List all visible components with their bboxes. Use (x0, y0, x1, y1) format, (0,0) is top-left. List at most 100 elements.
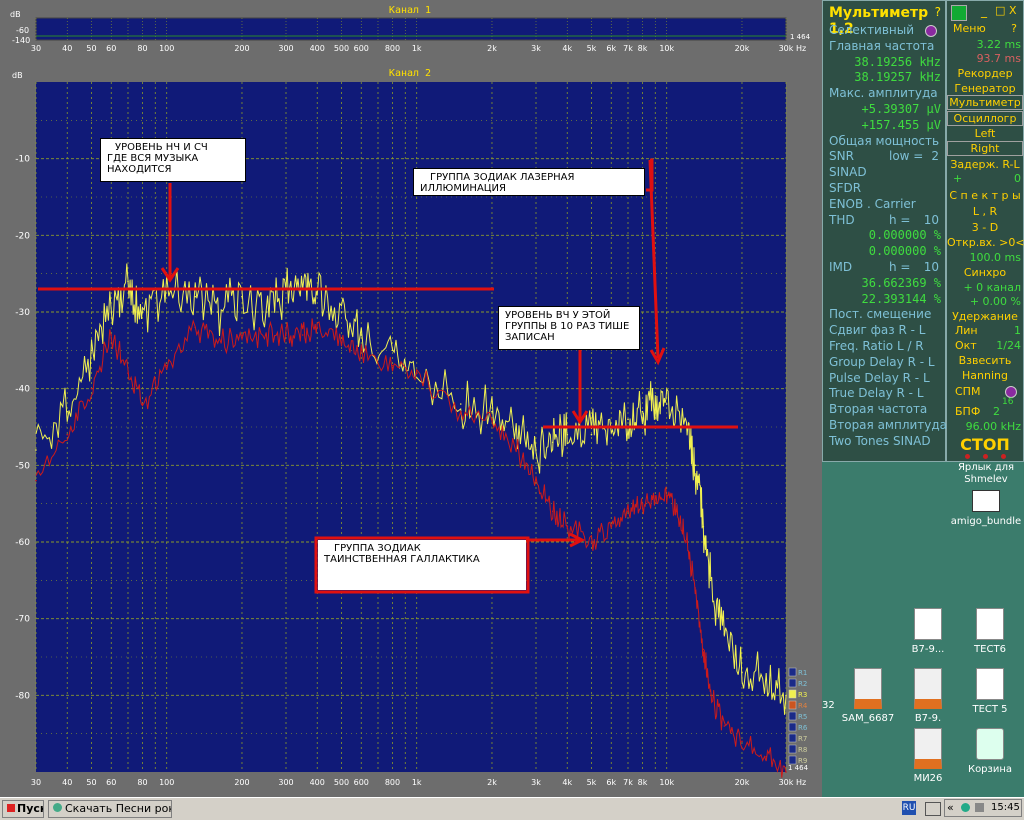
desktop-icon-test6[interactable]: ТЕСТ6 (952, 608, 1024, 655)
close-button[interactable]: X (1009, 4, 1017, 17)
multimeter-row-label[interactable]: SINAD (829, 165, 867, 179)
side-help-button[interactable]: ? (1011, 22, 1017, 35)
maximize-button[interactable]: □ (995, 4, 1005, 17)
y-tick-label: -70 (15, 615, 30, 625)
taskbar: Пуск Скачать Песни рок-г... RU « 15:45 (0, 797, 1024, 820)
multimeter-row-label[interactable]: Вторая частота (829, 402, 927, 416)
series-2-point (610, 525, 613, 528)
multimeter-panel: Мультиметр 1,2 ? Селективный Главная част… (822, 0, 947, 462)
series-1-point (765, 679, 768, 681)
series-1-point (216, 311, 219, 313)
series-2-point (491, 418, 493, 421)
desktop-icon-label: Корзина (967, 764, 1013, 775)
left-button[interactable]: Left (947, 127, 1023, 140)
multimeter-row-value: 38.19257 kHz (854, 70, 941, 85)
desktop-icon-test5[interactable]: ТЕСТ 5 (952, 668, 1024, 715)
weigh-button[interactable]: Взвесить (947, 354, 1023, 367)
channel1-x-tick-label: 100 (159, 44, 174, 53)
channel1-x-tick-label: 5k (587, 44, 597, 53)
multimeter-row-label[interactable]: Group Delay R - L (829, 355, 935, 369)
y-tick-label: -50 (15, 461, 30, 471)
multimeter-button[interactable]: Мультиметр (947, 95, 1023, 110)
x-tick-label: 50 (86, 778, 96, 787)
app-icon (951, 5, 967, 21)
right-button[interactable]: Right (947, 141, 1023, 156)
selective-indicator-icon[interactable] (925, 25, 937, 37)
multimeter-row-label[interactable]: Pulse Delay R - L (829, 371, 930, 385)
minimize-button[interactable]: _ (981, 4, 987, 18)
series-1-point (654, 403, 657, 405)
multimeter-row-param-value[interactable]: 10 (924, 260, 939, 274)
desktop-icon-shmelev[interactable]: Ярлык для Shmelev (948, 462, 1024, 486)
taskbar-task-browser[interactable]: Скачать Песни рок-г... (48, 800, 172, 818)
series-1-point (665, 403, 668, 405)
lin-value: 1 (1014, 324, 1021, 337)
multimeter-row-label[interactable]: Общая мощность (829, 134, 939, 148)
network-icon[interactable] (925, 802, 941, 816)
multimeter-row-label[interactable]: Freq. Ratio L / R (829, 339, 924, 353)
multimeter-row-label[interactable]: Селективный (829, 23, 914, 37)
x-tick-label: 5k (587, 778, 597, 787)
multimeter-row-label[interactable]: True Delay R - L (829, 386, 924, 400)
offset-label[interactable]: Откр.вх. >0< (947, 236, 1024, 249)
led-icon (1001, 454, 1006, 459)
multimeter-row-label[interactable]: IMD (829, 260, 852, 274)
multimeter-row-label[interactable]: THD (829, 213, 855, 227)
multimeter-row-value: 38.19256 kHz (854, 54, 941, 69)
tray-icon[interactable] (961, 803, 970, 812)
stop-button[interactable]: СТОП (947, 435, 1023, 454)
3d-button[interactable]: 3 - D (947, 221, 1023, 234)
legend-label: R2 (798, 680, 807, 688)
volume-icon[interactable] (975, 803, 984, 812)
multimeter-help-button[interactable]: ? (935, 5, 941, 19)
desktop-icon-amigo[interactable]: amigo_bundle (948, 490, 1024, 527)
legend-label: R4 (798, 702, 808, 710)
multimeter-row-label[interactable]: Вторая амплитуда (829, 418, 947, 432)
series-2-point (654, 495, 657, 497)
hanning-button[interactable]: Hanning (947, 369, 1023, 382)
clock[interactable]: 15:45 (991, 802, 1020, 813)
series-2-point (216, 341, 219, 344)
recorder-button[interactable]: Рекордер (947, 67, 1023, 80)
series-1-point (194, 295, 197, 298)
series-2-point (241, 334, 243, 336)
control-panel: _ □ X Меню ? 3.22 ms 93.7 ms Рекордер Ге… (946, 0, 1024, 462)
series-1-point (340, 311, 343, 313)
series-1-point (241, 295, 243, 298)
generator-button[interactable]: Генератор (947, 82, 1023, 95)
legend-swatch (788, 678, 797, 688)
desktop-icon-label: ТЕСТ6 (974, 644, 1006, 655)
multimeter-row-param: low = (889, 149, 924, 164)
fft-base: 2 (993, 405, 1000, 418)
oscillograph-button[interactable]: Осциллогр (947, 111, 1023, 126)
x-tick-label: 600 (354, 778, 369, 787)
legend-label: R3 (798, 691, 807, 699)
x-tick-label: 500 (334, 778, 349, 787)
x-tick-label: 30k (779, 778, 794, 787)
channel1-x-tick-label: 800 (385, 44, 400, 53)
tray-expand-icon[interactable]: « (947, 801, 954, 814)
multimeter-row-label[interactable]: SNR (829, 149, 854, 163)
annotation-hf: УРОВЕНЬ ВЧ У ЭТОЙ ГРУППЫ В 10 РАЗ ТИШЕ З… (498, 306, 640, 350)
multimeter-row-label[interactable]: Главная частота (829, 39, 934, 53)
multimeter-row-label[interactable]: ENOB . Carrier (829, 197, 916, 211)
start-button[interactable]: Пуск (2, 800, 44, 818)
language-indicator[interactable]: RU (902, 801, 916, 815)
multimeter-row-param-value[interactable]: 2 (931, 149, 939, 163)
multimeter-row-param-value[interactable]: 10 (924, 213, 939, 227)
series-2-point (723, 725, 726, 727)
channel2-right-label: 1 464 (788, 764, 809, 772)
annotation-text: ГРУППА ЗОДИАК (334, 543, 421, 554)
multimeter-row-label[interactable]: Сдвиг фаз R - L (829, 323, 925, 337)
legend-label: R5 (798, 713, 807, 721)
multimeter-row-label[interactable]: Two Tones SINAD (829, 434, 931, 448)
multimeter-row-label[interactable]: Макс. амплитуда (829, 86, 938, 100)
lr-button[interactable]: L , R (947, 205, 1023, 218)
channel1-unit: dB (10, 10, 21, 19)
multimeter-row-label[interactable]: Пост. смещение (829, 307, 931, 321)
series-2-point (694, 587, 697, 589)
series-2-point (141, 403, 144, 405)
multimeter-row-param: h = (889, 212, 911, 227)
multimeter-row-label[interactable]: SFDR (829, 181, 861, 195)
desktop-icon-recycle-bin[interactable]: Корзина (952, 728, 1024, 775)
